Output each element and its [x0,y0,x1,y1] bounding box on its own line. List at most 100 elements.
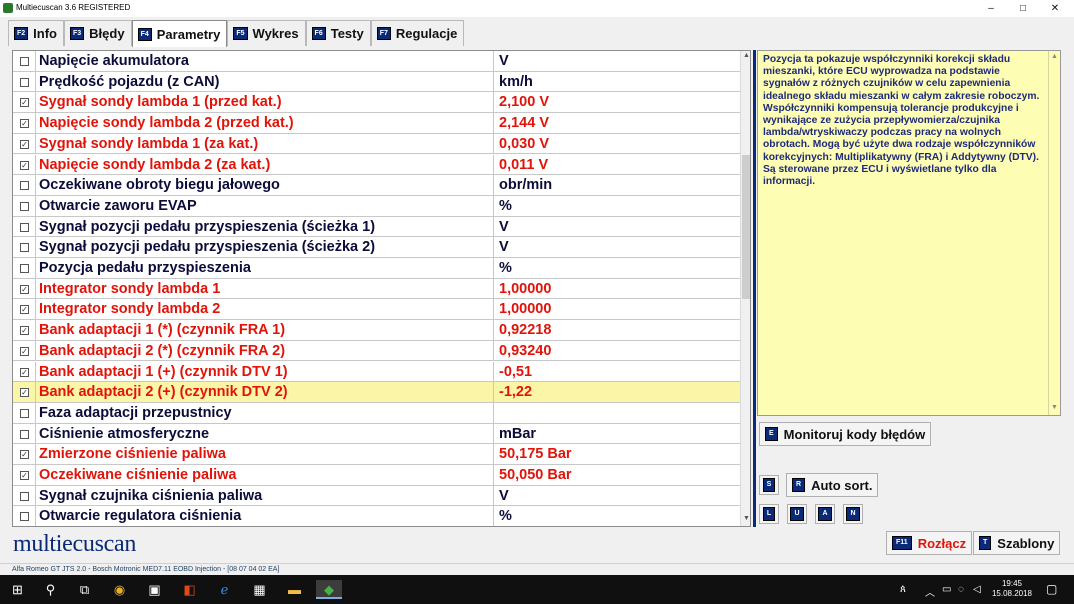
table-row[interactable]: ✓ Bank adaptacji 1 (*) (czynnik FRA 1) 0,9… [13,320,740,341]
table-row[interactable]: Napięcie akumulatora V [13,51,740,72]
scroll-down-icon[interactable]: ▼ [1051,404,1058,411]
office-icon[interactable]: ◧ [180,580,199,599]
volume-icon[interactable]: ◁ [973,584,981,595]
row-checkbox[interactable]: ✓ [20,98,29,108]
row-checkbox[interactable] [20,491,29,501]
windows-start-icon[interactable]: ⊞ [8,580,27,599]
chrome-icon[interactable]: ◉ [110,580,129,599]
row-checkbox[interactable]: ✓ [20,471,29,480]
row-checkbox[interactable]: ✓ [20,346,29,356]
l-button[interactable]: L [759,504,779,524]
column-divider [493,195,494,217]
templates-button[interactable]: T Szablony [973,531,1061,555]
search-icon[interactable]: ⚲ [41,580,60,599]
row-checkbox[interactable] [20,222,29,232]
grid-scrollbar[interactable]: ▲ ▼ [740,51,750,526]
row-checkbox[interactable]: ✓ [20,139,29,149]
table-row[interactable]: ✓ Sygnał sondy lambda 1 (przed kat.) 2,100… [13,92,740,114]
row-checkbox[interactable] [20,264,29,273]
table-row[interactable]: ✓ Bank adaptacji 2 (*) (czynnik FRA 2) 0,9… [13,340,740,362]
minimize-button[interactable]: – [976,2,1006,15]
table-row[interactable]: ✓ Bank adaptacji 2 (+) (czynnik DTV 2) -1,… [13,382,740,403]
column-divider [35,154,36,176]
table-row[interactable]: Otwarcie zaworu EVAP% [13,195,740,217]
people-icon[interactable]: ጰ [900,584,906,595]
table-row[interactable]: ✓ Zmierzone ciśnienie paliwa 50,175 Bar [13,444,740,465]
close-button[interactable]: ✕ [1040,2,1070,15]
a-button[interactable]: A [815,504,835,524]
tab-wykres[interactable]: F5 Wykres [227,20,306,46]
table-row[interactable]: ✓ Integrator sondy lambda 2 1,00000 [13,299,740,321]
row-checkbox[interactable] [20,201,29,211]
table-row[interactable]: Otwarcie regulatora ciśnienia% [13,506,740,526]
table-row[interactable]: Faza adaptacji przepustnicy [13,402,740,424]
chevron-up-icon[interactable]: ︿ [925,584,935,599]
row-checkbox[interactable] [20,429,29,439]
u-button[interactable]: U [787,504,807,524]
scroll-down-icon[interactable]: ▼ [742,515,750,525]
row-checkbox[interactable] [20,408,29,418]
table-row[interactable]: Sygnał czujnika ciśnienia paliwa V [13,485,740,507]
row-checkbox[interactable]: ✓ [20,388,29,398]
n-button[interactable]: N [843,504,863,524]
row-checkbox[interactable]: ✓ [20,367,29,377]
tab-info[interactable]: F2 Info [8,20,64,46]
parameter-value: V [499,53,509,69]
auto-sort-button[interactable]: R Auto sort. [786,473,879,497]
parameter-value: % [499,197,512,214]
row-checkbox[interactable]: ✓ [20,326,29,336]
table-row[interactable]: Oczekiwane obroty biegu jałowego obr/min [13,175,740,196]
tab-regulacje[interactable]: F7 Regulacje [370,20,465,46]
table-row[interactable]: Ciśnienie atmosferyczne mBar [13,423,740,445]
parameter-value: 0,030 V [499,135,549,152]
row-checkbox[interactable]: ✓ [20,284,29,294]
table-row[interactable]: ✓ Oczekiwane ciśnienie paliwa 50,050 Bar [13,465,740,486]
scroll-thumb[interactable] [742,155,750,299]
tab-testy[interactable]: F6 Testy [305,20,371,46]
row-checkbox[interactable]: ✓ [20,305,29,315]
logo: multiecuscan [13,531,137,557]
table-row[interactable]: Sygnał pozycji pedału przyspieszenia (śc… [13,237,740,258]
table-row[interactable]: Sygnał pozycji pedału przyspieszenia (śc… [13,216,740,238]
battery-icon[interactable]: ▭ [942,584,951,595]
scroll-up-icon[interactable]: ▲ [1051,53,1058,60]
row-checkbox[interactable]: ✓ [20,450,29,460]
s-button[interactable]: S [759,475,779,495]
edge-icon[interactable]: ℯ [215,580,234,599]
table-row[interactable]: Pozycja pedału przyspieszenia% [13,258,740,279]
table-row[interactable]: ✓ Sygnał sondy lambda 1 (za kat.) 0,030 V [13,133,740,155]
row-checkbox[interactable] [20,181,29,191]
splitter[interactable] [753,50,756,527]
notifications-icon[interactable]: ▢ [1046,582,1057,596]
table-row[interactable]: ✓ Napięcie sondy lambda 2 (za kat.) 0,011 … [13,154,740,176]
calculator-icon[interactable]: ▦ [250,580,269,599]
table-row[interactable]: ✓ Napięcie sondy lambda 2 (przed kat.) 2,1… [13,113,740,134]
tab-parametry[interactable]: F4 Parametry [131,20,228,47]
table-row[interactable]: ✓ Integrator sondy lambda 1 1,00000 [13,278,740,300]
scroll-up-icon[interactable]: ▲ [742,52,750,62]
tab-błędy[interactable]: F3 Błędy [64,20,132,46]
clock[interactable]: 19:45 15.08.2018 [988,579,1036,599]
disconnect-label: Rozłącz [917,535,967,551]
row-checkbox[interactable] [20,77,29,87]
network-icon[interactable]: ◌ [958,584,964,595]
disconnect-button[interactable]: F11 Rozłącz [886,531,973,555]
maximize-button[interactable]: □ [1008,2,1038,15]
row-checkbox[interactable] [20,57,29,66]
store-icon[interactable]: ▣ [145,580,164,599]
row-checkbox[interactable] [20,243,29,253]
file-explorer-icon[interactable]: ▬ [285,580,304,599]
table-row[interactable]: Prędkość pojazdu (z CAN) km/h [13,71,740,93]
row-checkbox[interactable] [20,512,29,522]
task-view-icon[interactable]: ⧉ [75,580,94,599]
monitor-fault-codes-button[interactable]: E Monitoruj kody błędów [759,422,932,446]
column-divider [493,423,494,445]
row-checkbox[interactable]: ✓ [20,160,29,170]
multiecuscan-icon[interactable]: ◆ [316,580,342,599]
parameter-name: Oczekiwane obroty biegu jałowego [39,177,280,194]
column-divider [35,51,36,72]
row-checkbox[interactable]: ✓ [20,119,29,129]
table-row[interactable]: ✓ Bank adaptacji 1 (+) (czynnik DTV 1) -0,… [13,361,740,383]
parameter-name: Pozycja pedału przyspieszenia [39,260,251,276]
description-scrollbar[interactable]: ▲ ▼ [1048,51,1060,415]
